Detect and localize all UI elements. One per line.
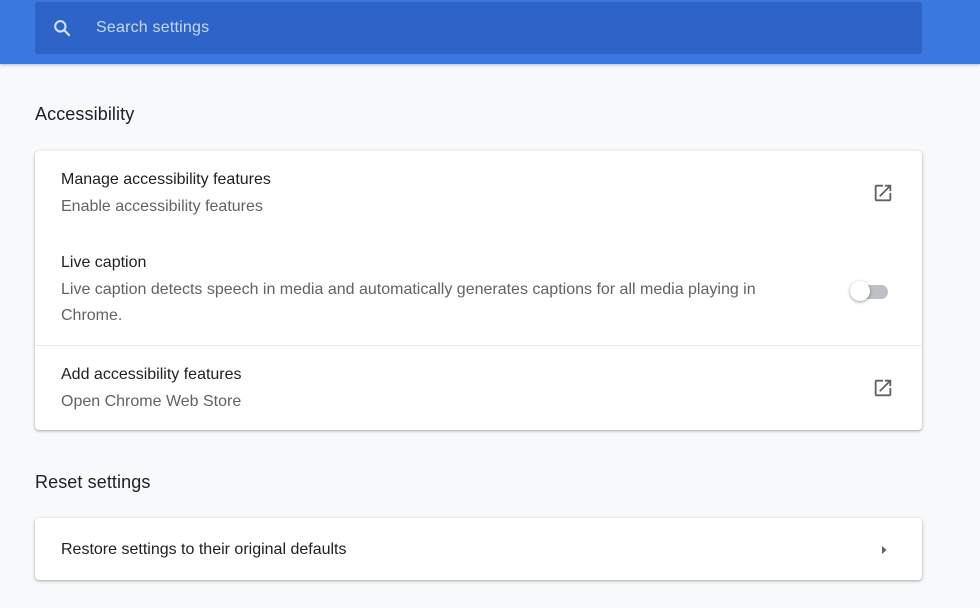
live-caption-toggle[interactable] — [850, 279, 892, 301]
live-caption-subtitle-line2: Chrome. — [61, 307, 123, 324]
search-icon[interactable] — [52, 18, 72, 38]
open-in-new-icon[interactable] — [872, 377, 894, 399]
add-accessibility-row[interactable]: Add accessibility features Open Chrome W… — [35, 346, 922, 430]
manage-accessibility-subtitle: Enable accessibility features — [61, 198, 263, 215]
live-caption-subtitle-line1: Live caption detects speech in media and… — [61, 281, 756, 298]
accessibility-card: Manage accessibility features Enable acc… — [35, 151, 922, 430]
search-input[interactable] — [94, 18, 798, 38]
live-caption-title: Live caption — [61, 254, 147, 271]
manage-accessibility-row[interactable]: Manage accessibility features Enable acc… — [35, 151, 922, 237]
add-accessibility-subtitle: Open Chrome Web Store — [61, 393, 242, 410]
add-accessibility-title: Add accessibility features — [61, 366, 242, 383]
restore-defaults-title: Restore settings to their original defau… — [61, 541, 347, 558]
toggle-knob — [850, 281, 870, 301]
manage-accessibility-title: Manage accessibility features — [61, 171, 271, 188]
section-title-accessibility: Accessibility — [35, 104, 135, 124]
section-title-reset: Reset settings — [35, 472, 151, 492]
chevron-right-icon[interactable] — [878, 543, 890, 555]
open-in-new-icon[interactable] — [872, 182, 894, 204]
live-caption-row: Live caption Live caption detects speech… — [35, 237, 922, 345]
search-box[interactable] — [35, 2, 922, 54]
reset-card: Restore settings to their original defau… — [35, 518, 922, 580]
restore-defaults-row[interactable]: Restore settings to their original defau… — [35, 518, 922, 580]
settings-header — [0, 0, 980, 64]
